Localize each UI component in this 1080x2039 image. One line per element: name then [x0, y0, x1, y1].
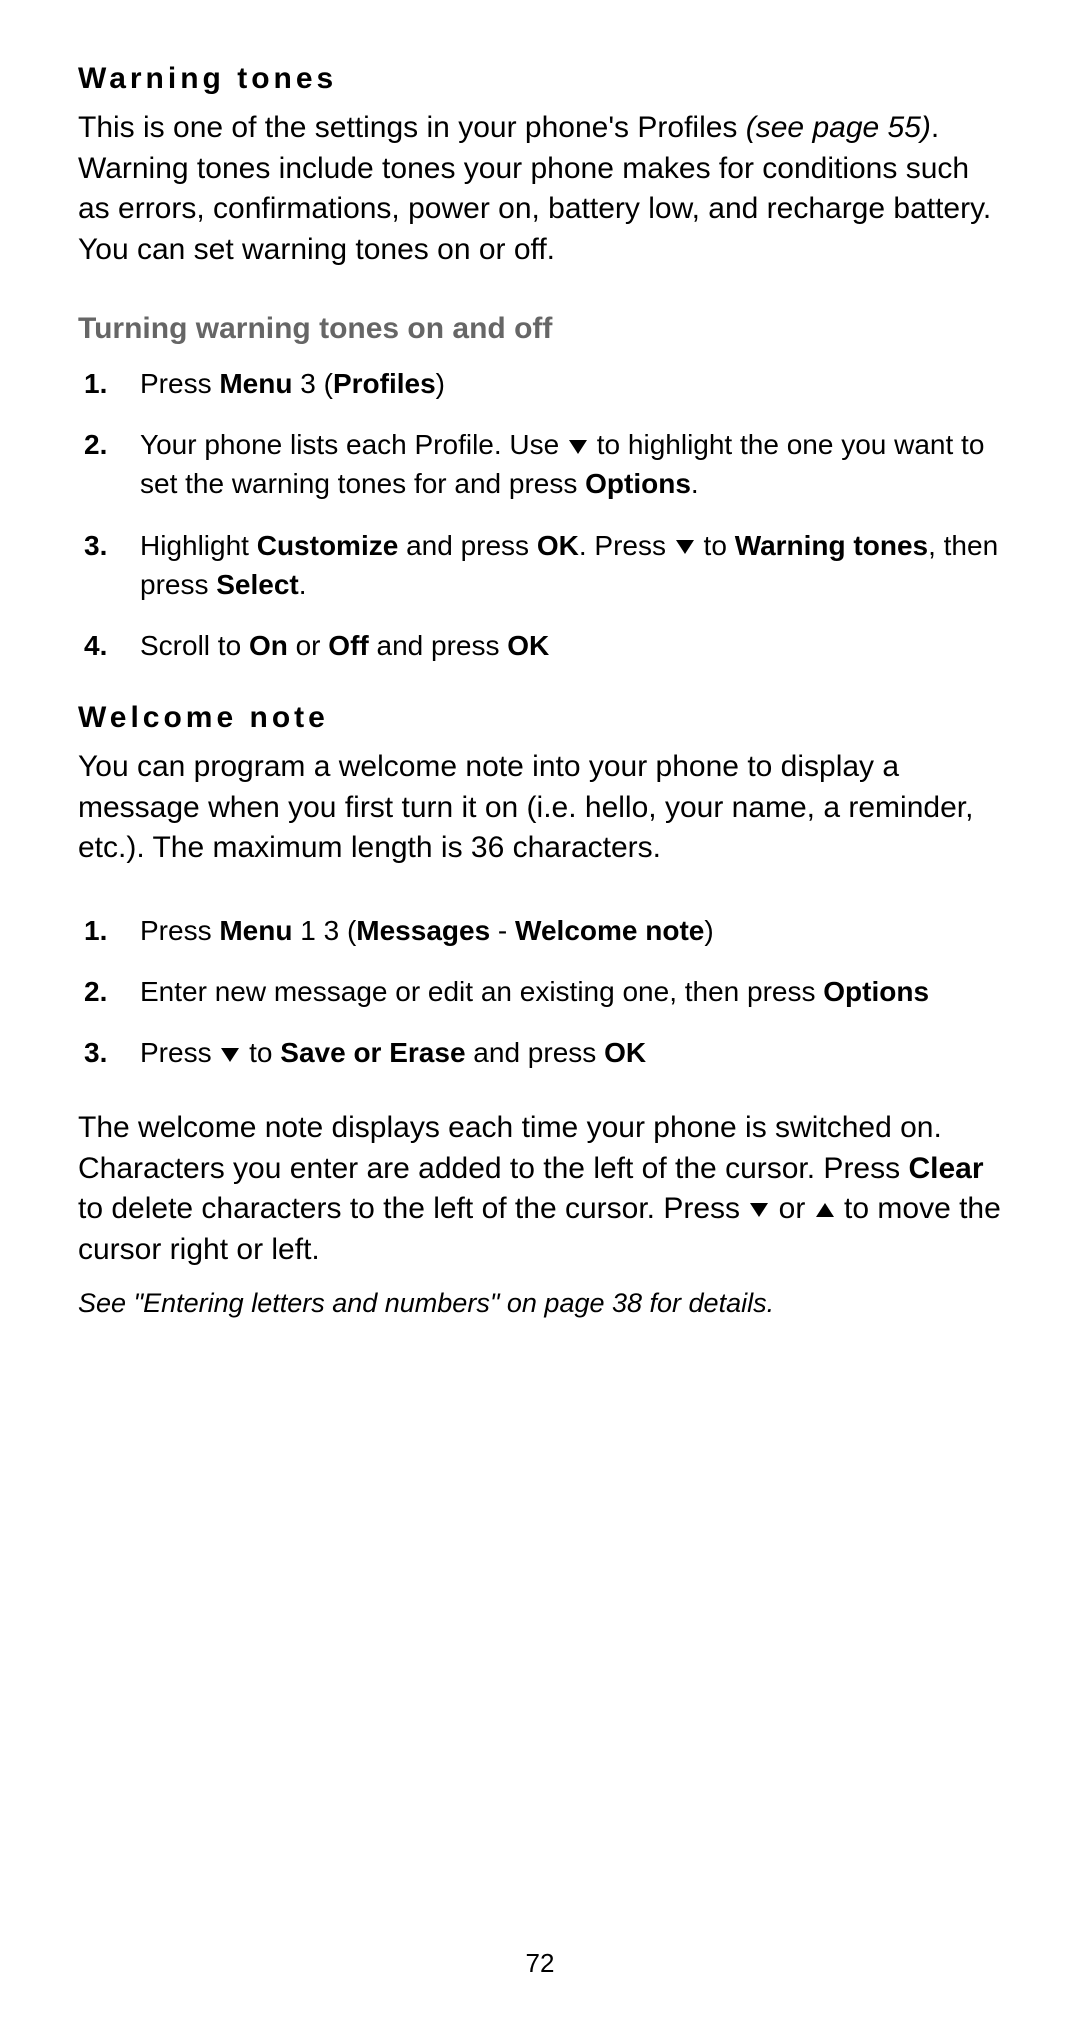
text: Your phone lists each Profile. Use: [140, 429, 567, 460]
list-welcome-note: 1. Press Menu 1 3 (Messages - Welcome no…: [84, 911, 1002, 1073]
list-item: 2. Your phone lists each Profile. Use to…: [84, 425, 1002, 503]
ok-key: OK: [604, 1037, 646, 1068]
down-arrow-icon: [676, 540, 694, 554]
text: Highlight: [140, 530, 257, 561]
list-content: Highlight Customize and press OK. Press …: [140, 526, 1002, 604]
heading-welcome-note: Welcome note: [78, 701, 1002, 735]
subheading-turning-tones: Turning warning tones on and off: [78, 312, 1002, 346]
text: and press: [398, 530, 537, 561]
text: or: [770, 1192, 813, 1225]
text: This is one of the settings in your phon…: [78, 111, 746, 144]
list-item: 4. Scroll to On or Off and press OK: [84, 626, 1002, 665]
body-warning-tones: This is one of the settings in your phon…: [78, 108, 1002, 270]
text: to: [696, 530, 735, 561]
list-number: 1.: [84, 364, 140, 403]
down-arrow-icon: [221, 1048, 239, 1062]
text: 3 (: [292, 368, 332, 399]
welcome-note-key: Welcome note: [515, 915, 704, 946]
page-number: 72: [0, 1948, 1080, 1979]
menu-key: Menu: [219, 368, 292, 399]
page-reference: (see page 55): [746, 111, 931, 144]
list-item: 3. Press to Save or Erase and press OK: [84, 1033, 1002, 1072]
down-arrow-icon: [750, 1203, 768, 1217]
text: ): [436, 368, 445, 399]
text: . Press: [579, 530, 674, 561]
off-key: Off: [328, 630, 368, 661]
ok-key: OK: [507, 630, 549, 661]
list-number: 2.: [84, 972, 140, 1011]
profiles-key: Profiles: [333, 368, 436, 399]
list-item: 2. Enter new message or edit an existing…: [84, 972, 1002, 1011]
select-key: Select: [216, 569, 299, 600]
text: to delete characters to the left of the …: [78, 1192, 748, 1225]
text: Press: [140, 1037, 219, 1068]
list-content: Press Menu 1 3 (Messages - Welcome note): [140, 911, 1002, 950]
save-erase-key: Save or Erase: [280, 1037, 465, 1068]
list-turning-tones: 1. Press Menu 3 (Profiles) 2. Your phone…: [84, 364, 1002, 665]
list-content: Enter new message or edit an existing on…: [140, 972, 1002, 1011]
list-number: 4.: [84, 626, 140, 665]
text: ): [704, 915, 713, 946]
reference-note: See "Entering letters and numbers" on pa…: [78, 1288, 1002, 1319]
list-content: Scroll to On or Off and press OK: [140, 626, 1002, 665]
text: Press: [140, 368, 219, 399]
down-arrow-icon: [569, 440, 587, 454]
body-welcome-after: The welcome note displays each time your…: [78, 1108, 1002, 1270]
list-number: 3.: [84, 1033, 140, 1072]
list-content: Press to Save or Erase and press OK: [140, 1033, 1002, 1072]
text: The welcome note displays each time your…: [78, 1111, 942, 1185]
text: 1 3 (: [292, 915, 356, 946]
ok-key: OK: [537, 530, 579, 561]
list-content: Press Menu 3 (Profiles): [140, 364, 1002, 403]
text: or: [288, 630, 328, 661]
list-item: 1. Press Menu 1 3 (Messages - Welcome no…: [84, 911, 1002, 950]
list-number: 1.: [84, 911, 140, 950]
options-key: Options: [823, 976, 929, 1007]
text: -: [490, 915, 515, 946]
text: .: [299, 569, 307, 600]
list-number: 3.: [84, 526, 140, 604]
list-number: 2.: [84, 425, 140, 503]
list-item: 3. Highlight Customize and press OK. Pre…: [84, 526, 1002, 604]
messages-key: Messages: [356, 915, 490, 946]
customize-key: Customize: [257, 530, 399, 561]
list-item: 1. Press Menu 3 (Profiles): [84, 364, 1002, 403]
text: Enter new message or edit an existing on…: [140, 976, 823, 1007]
options-key: Options: [585, 468, 691, 499]
clear-key: Clear: [908, 1152, 983, 1185]
list-content: Your phone lists each Profile. Use to hi…: [140, 425, 1002, 503]
text: and press: [369, 630, 508, 661]
heading-warning-tones: Warning tones: [78, 62, 1002, 96]
warning-tones-key: Warning tones: [735, 530, 928, 561]
text: to: [241, 1037, 280, 1068]
text: .: [691, 468, 699, 499]
text: Scroll to: [140, 630, 249, 661]
on-key: On: [249, 630, 288, 661]
body-welcome-note: You can program a welcome note into your…: [78, 747, 1002, 869]
text: and press: [466, 1037, 605, 1068]
menu-key: Menu: [219, 915, 292, 946]
up-arrow-icon: [816, 1203, 834, 1217]
text: Press: [140, 915, 219, 946]
